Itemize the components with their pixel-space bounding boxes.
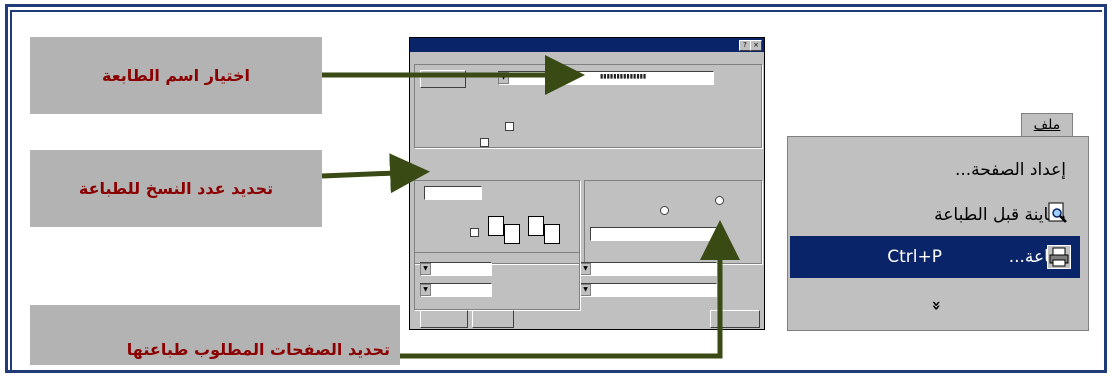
- arrow-copies: [321, 153, 430, 194]
- arrow-pages: [400, 220, 740, 359]
- arrows-layer: [321, 55, 740, 359]
